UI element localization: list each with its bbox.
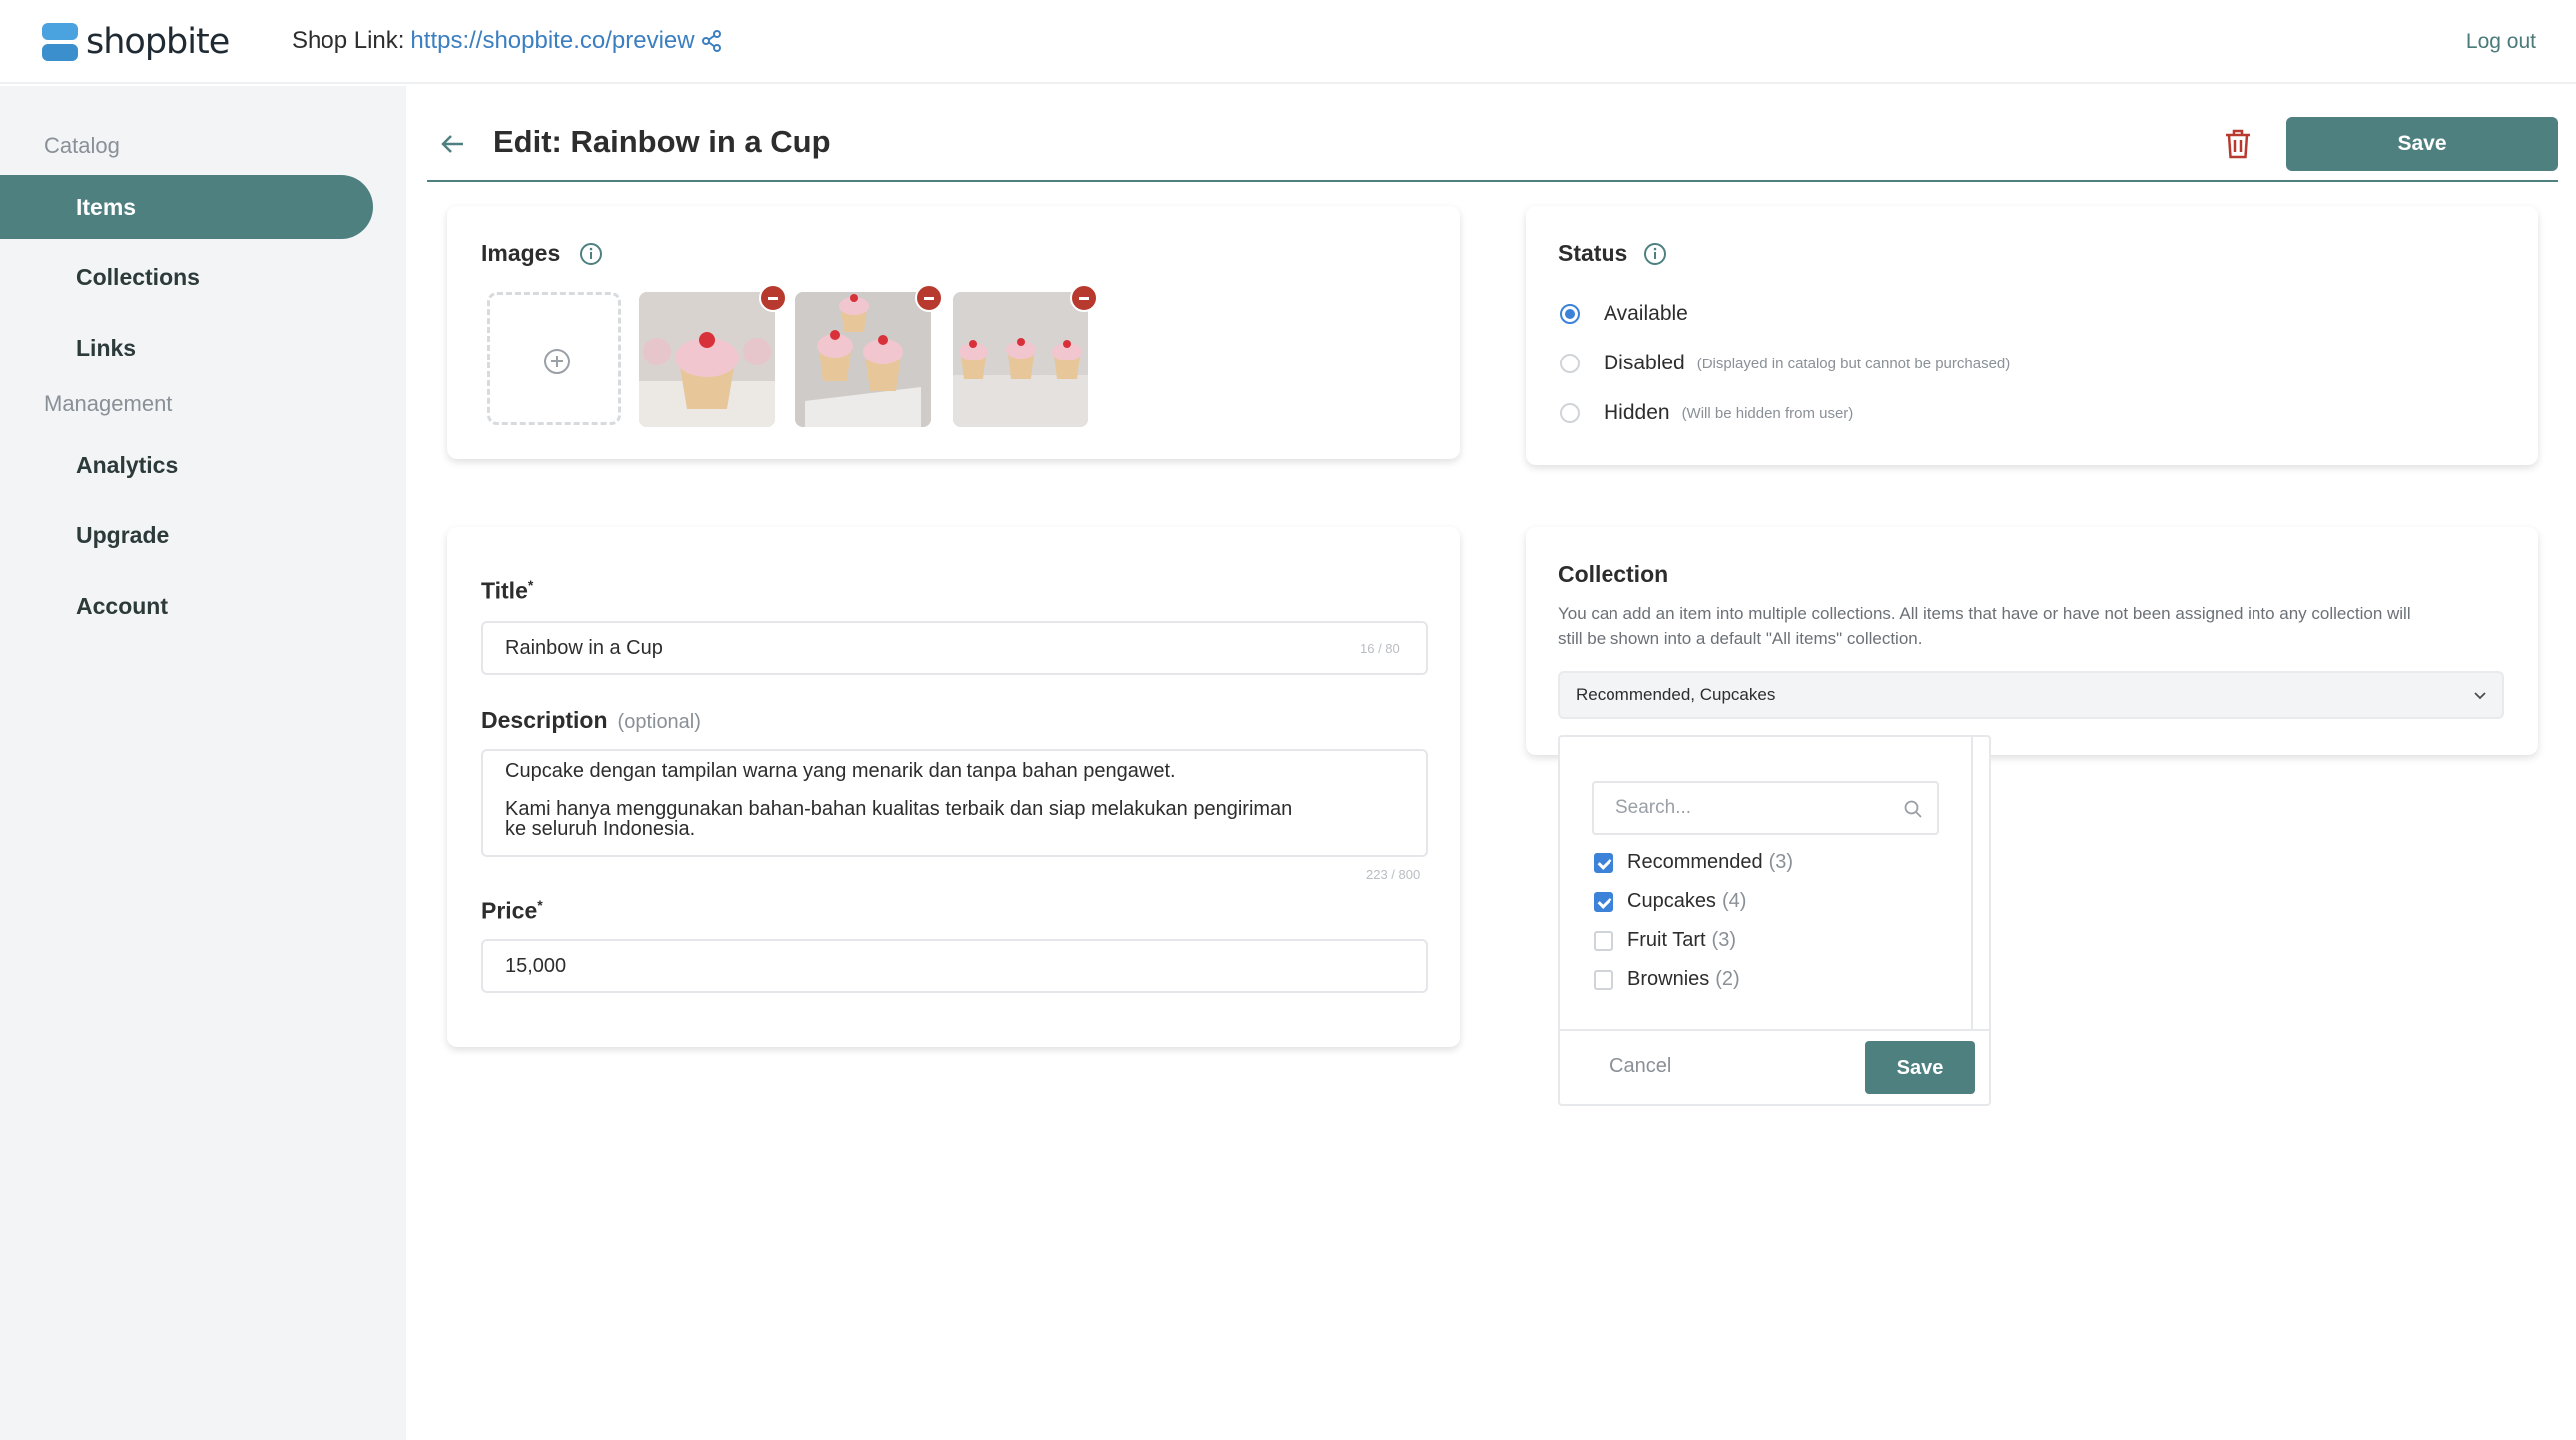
- option-label: Cupcakes: [1627, 890, 1716, 912]
- dropdown-footer-divider: [1560, 1029, 1989, 1031]
- remove-image-icon[interactable]: [1070, 284, 1098, 312]
- info-icon[interactable]: [579, 242, 603, 266]
- add-image-button[interactable]: [487, 292, 621, 425]
- radio[interactable]: [1560, 403, 1580, 423]
- sidebar-item-links[interactable]: Links: [0, 316, 373, 379]
- collection-dropdown: Search... Recommended (3) Cupcakes (4) F…: [1558, 735, 1991, 1106]
- title-counter: 16 / 80: [1360, 641, 1400, 656]
- sidebar: Catalog Items Collections Links Manageme…: [0, 86, 406, 1440]
- shop-link: Shop Link: https://shopbite.co/preview: [292, 27, 723, 55]
- shop-link-url[interactable]: https://shopbite.co/preview: [410, 27, 694, 55]
- cupcake-photo: [795, 292, 931, 427]
- status-card: Status Available Disabled (Displayed in …: [1526, 206, 2538, 465]
- product-image[interactable]: [795, 292, 931, 427]
- shop-link-label: Shop Link:: [292, 27, 405, 54]
- radio[interactable]: [1560, 354, 1580, 373]
- collection-option-recommended[interactable]: Recommended (3): [1594, 851, 1793, 874]
- status-option-label: Disabled: [1604, 352, 1685, 374]
- page-title: Edit: Rainbow in a Cup: [493, 124, 831, 159]
- images-title: Images: [481, 240, 561, 266]
- top-bar: shopbite Shop Link: https://shopbite.co/…: [0, 0, 2576, 84]
- sidebar-item-account[interactable]: Account: [0, 574, 373, 638]
- collection-option-brownies[interactable]: Brownies (2): [1594, 968, 1740, 991]
- option-label: Brownies: [1627, 968, 1710, 990]
- logout-link[interactable]: Log out: [2466, 30, 2536, 54]
- status-title: Status: [1558, 240, 1628, 266]
- price-value: 15,000: [505, 954, 567, 977]
- status-option-hint: (Displayed in catalog but cannot be purc…: [1696, 355, 2011, 372]
- search-placeholder: Search...: [1615, 797, 1692, 818]
- sidebar-item-items[interactable]: Items: [0, 175, 373, 239]
- add-circle-icon: [544, 349, 570, 374]
- collection-selected: Recommended, Cupcakes: [1576, 685, 1776, 704]
- sidebar-item-upgrade[interactable]: Upgrade: [0, 503, 373, 567]
- collection-title: Collection: [1558, 561, 1669, 587]
- remove-image-icon[interactable]: [759, 284, 787, 312]
- item-details-card: Title* Rainbow in a Cup 16 / 80 Descript…: [447, 527, 1460, 1047]
- collection-option-cupcakes[interactable]: Cupcakes (4): [1594, 890, 1746, 913]
- collection-description: You can add an item into multiple collec…: [1558, 604, 2411, 648]
- description-counter: 223 / 800: [1366, 867, 1421, 882]
- status-option-available[interactable]: Available: [1560, 302, 1688, 326]
- status-option-label: Available: [1604, 302, 1688, 325]
- radio-selected[interactable]: [1560, 304, 1580, 324]
- cupcake-photo: [639, 292, 775, 427]
- description-line: Kami hanya menggunakan bahan-bahan kuali…: [505, 798, 1293, 820]
- checkbox-checked[interactable]: [1594, 852, 1613, 873]
- header-divider: [427, 180, 2558, 182]
- info-icon[interactable]: [1643, 242, 1667, 266]
- sidebar-item-collections[interactable]: Collections: [0, 245, 373, 309]
- collection-card: Collection You can add an item into mult…: [1526, 527, 2538, 755]
- status-option-hint: (Will be hidden from user): [1681, 404, 1854, 422]
- checkbox-checked[interactable]: [1594, 891, 1613, 912]
- status-option-hidden[interactable]: Hidden (Will be hidden from user): [1560, 401, 1853, 425]
- collection-option-fruit-tart[interactable]: Fruit Tart (3): [1594, 929, 1736, 952]
- option-count: (2): [1715, 968, 1740, 990]
- sidebar-item-analytics[interactable]: Analytics: [0, 433, 373, 497]
- description-line: ke seluruh Indonesia.: [505, 818, 696, 840]
- trash-icon[interactable]: [2223, 128, 2253, 160]
- option-label: Recommended: [1627, 851, 1763, 873]
- sidebar-group-management: Management: [44, 391, 173, 416]
- title-label: Title*: [481, 577, 534, 604]
- shopbite-logo[interactable]: shopbite: [42, 22, 230, 62]
- description-label: Description (optional): [481, 707, 701, 733]
- dropdown-save-button[interactable]: Save: [1865, 1041, 1975, 1094]
- product-image[interactable]: [639, 292, 775, 427]
- status-option-label: Hidden: [1604, 401, 1670, 424]
- collection-search-input[interactable]: Search...: [1592, 781, 1939, 835]
- option-count: (3): [1711, 929, 1736, 951]
- dropdown-cancel-button[interactable]: Cancel: [1610, 1055, 1671, 1078]
- option-count: (3): [1768, 851, 1794, 873]
- option-count: (4): [1721, 890, 1747, 912]
- title-input[interactable]: Rainbow in a Cup: [481, 621, 1428, 675]
- option-label: Fruit Tart: [1627, 929, 1706, 951]
- optional-label: (optional): [617, 711, 701, 733]
- description-line: Cupcake dengan tampilan warna yang menar…: [505, 760, 1176, 782]
- checkbox[interactable]: [1594, 969, 1613, 990]
- search-icon: [1904, 800, 1922, 818]
- checkbox[interactable]: [1594, 930, 1613, 951]
- logo-text: shopbite: [86, 22, 230, 62]
- title-value: Rainbow in a Cup: [505, 636, 663, 659]
- save-button[interactable]: Save: [2286, 117, 2558, 171]
- dropdown-scrollbar-track[interactable]: [1971, 737, 1973, 1029]
- product-image[interactable]: [953, 292, 1088, 427]
- images-card: Images: [447, 206, 1460, 459]
- sidebar-group-catalog: Catalog: [44, 133, 120, 158]
- logo-icon: [42, 23, 78, 61]
- price-input[interactable]: 15,000: [481, 939, 1428, 993]
- back-arrow-icon[interactable]: [439, 130, 467, 158]
- chevron-down-icon: [2474, 692, 2486, 700]
- share-icon[interactable]: [701, 30, 723, 52]
- description-textarea[interactable]: Cupcake dengan tampilan warna yang menar…: [481, 749, 1428, 857]
- remove-image-icon[interactable]: [915, 284, 943, 312]
- cupcake-photo: [953, 292, 1088, 427]
- price-label: Price*: [481, 897, 543, 924]
- status-option-disabled[interactable]: Disabled (Displayed in catalog but canno…: [1560, 352, 2010, 375]
- collection-select[interactable]: Recommended, Cupcakes: [1558, 671, 2504, 719]
